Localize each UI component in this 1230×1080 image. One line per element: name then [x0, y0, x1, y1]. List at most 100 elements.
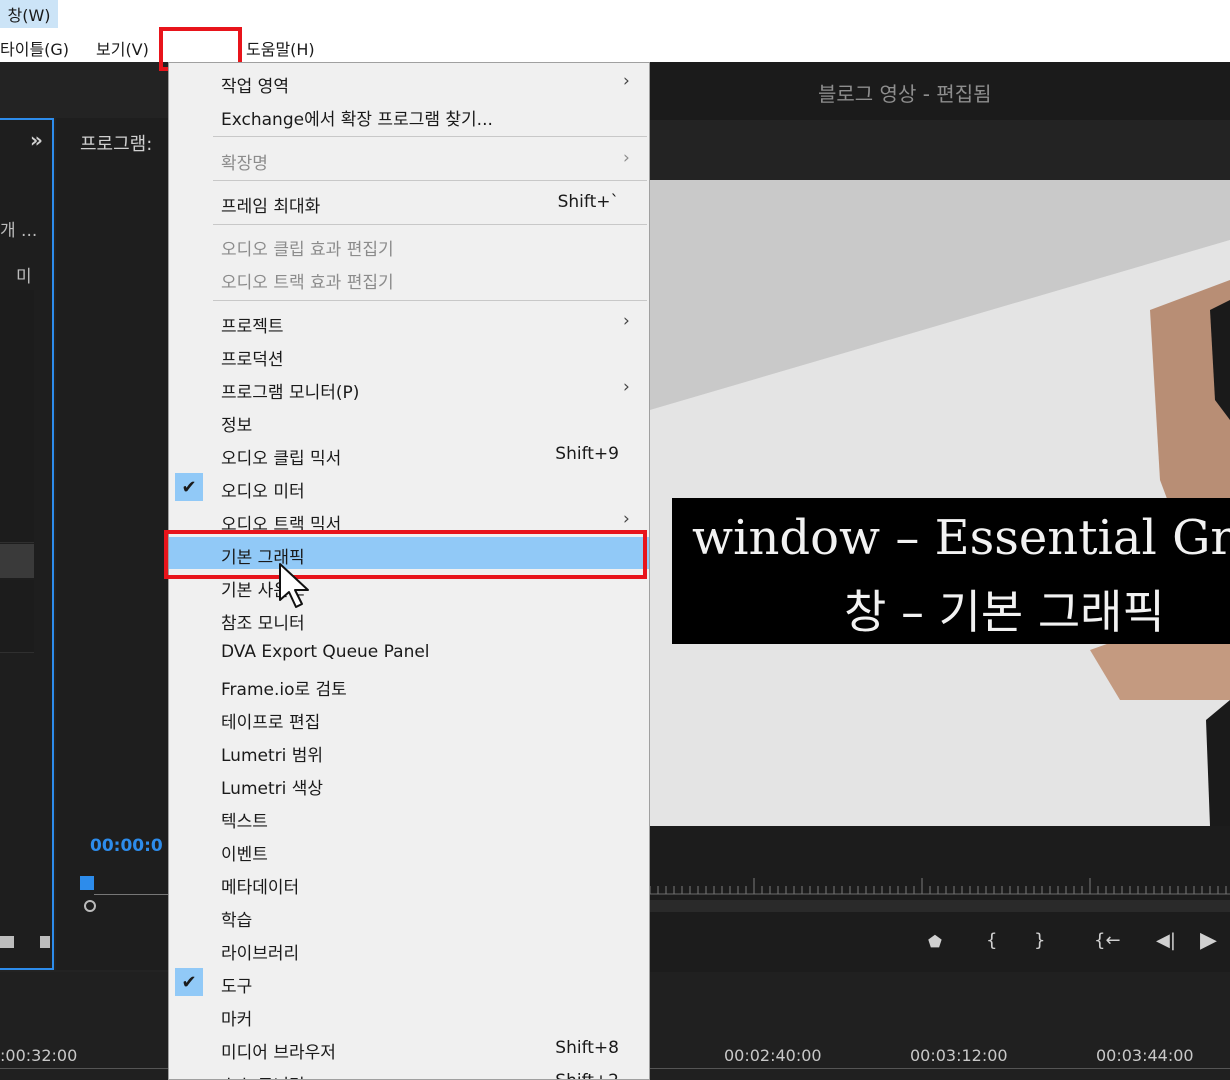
timeline-timecode: 00:02:40:00 — [724, 1046, 822, 1065]
menu-item-label: 참조 모니터 — [221, 614, 305, 634]
menu-item-libraries[interactable]: 라이브러리 — [169, 933, 649, 965]
menu-item-label: 텍스트 — [221, 812, 268, 832]
menu-item-audio-track-mixer[interactable]: 오디오 트랙 믹서 › — [169, 504, 649, 536]
menu-window-label: 창(W) — [7, 6, 51, 25]
menu-item-essential-sound[interactable]: 기본 사운드 — [169, 570, 649, 602]
menu-item-maximize-frame[interactable]: 프레임 최대화 Shift+` — [169, 186, 649, 218]
zoom-handle[interactable] — [84, 900, 96, 912]
timeline-timecode: :00:32:00 — [0, 1046, 78, 1065]
list-row[interactable] — [0, 580, 34, 617]
list-row[interactable] — [0, 290, 34, 327]
window-menu-dropdown: 작업 영역 › Exchange에서 확장 프로그램 찾기... 확장명 › 프… — [168, 62, 650, 1080]
panel-expand-icon[interactable]: » — [30, 128, 43, 152]
menu-item-audio-track-effect-editor: 오디오 트랙 효과 편집기 — [169, 262, 649, 294]
menu-item-label: 오디오 트랙 믹서 — [221, 515, 342, 535]
list-row[interactable] — [0, 398, 34, 435]
zoom-scroll-bar[interactable] — [650, 900, 1230, 912]
time-ruler[interactable] — [94, 884, 168, 895]
menu-item-label: 정보 — [221, 416, 253, 436]
menu-item-shortcut: Shift+8 — [555, 1038, 619, 1058]
menu-item-label: Lumetri 색상 — [221, 779, 324, 799]
menu-view[interactable]: 보기(V) — [96, 36, 149, 60]
add-marker-icon[interactable]: ⬟ — [928, 932, 942, 951]
menu-item-production[interactable]: 프로덕션 — [169, 339, 649, 371]
menu-item-label: 학습 — [221, 911, 253, 931]
menu-item-tools[interactable]: ✔ 도구 — [169, 966, 649, 998]
timeline-timecode: 00:03:12:00 — [910, 1046, 1008, 1065]
menu-title[interactable]: 타이틀(G) — [0, 36, 69, 60]
menu-item-edit-to-tape[interactable]: 테이프로 편집 — [169, 702, 649, 734]
menu-item-info[interactable]: 정보 — [169, 405, 649, 437]
menu-item-label: 라이브러리 — [221, 944, 300, 964]
playhead-marker[interactable] — [80, 876, 94, 890]
menu-separator — [213, 300, 647, 301]
menu-item-label: 테이프로 편집 — [221, 713, 321, 733]
monitor-controls: ⬟ { } {← ◀| ▶ — [650, 826, 1230, 972]
menu-item-program-monitor[interactable]: 프로그램 모니터(P) › — [169, 372, 649, 404]
menu-item-learn[interactable]: 학습 — [169, 900, 649, 932]
list-row[interactable] — [0, 362, 34, 399]
menu-item-frameio-review[interactable]: Frame.io로 검토 — [169, 669, 649, 701]
menu-item-label: 오디오 클립 효과 편집기 — [221, 240, 394, 260]
caption-overlay: window – Essential Gra 창 – 기본 그래픽 — [672, 498, 1230, 644]
menu-item-label: 확장명 — [221, 154, 268, 174]
project-panel[interactable]: » 개 ... 미 — [0, 118, 54, 970]
new-item-icon[interactable] — [40, 936, 50, 948]
menu-item-media-browser[interactable]: 미디어 브라우저 Shift+8 — [169, 1032, 649, 1064]
menu-item-audio-meters[interactable]: ✔ 오디오 미터 — [169, 471, 649, 503]
menu-item-source-monitor[interactable]: 소스 모니터 Shift+2 — [169, 1065, 649, 1079]
title-bar: 블로그 영상 - 편집됨 — [650, 62, 1230, 120]
list-row-selected[interactable] — [0, 544, 34, 578]
mark-out-icon[interactable]: } — [1034, 930, 1045, 951]
playhead-timecode[interactable]: 00:00:0 — [90, 836, 163, 856]
list-row[interactable] — [0, 616, 34, 653]
column-header: 미 — [16, 267, 32, 287]
checkmark-icon: ✔ — [175, 473, 203, 501]
menu-item-label: 마커 — [221, 1010, 253, 1030]
menu-item-label: 메타데이터 — [221, 878, 300, 898]
menu-item-label: 미디어 브라우저 — [221, 1043, 336, 1063]
submenu-arrow-icon: › — [623, 311, 630, 331]
menu-help[interactable]: 도움말(H) — [246, 36, 315, 60]
menu-item-audio-clip-mixer[interactable]: 오디오 클립 믹서 Shift+9 — [169, 438, 649, 470]
menu-item-find-extensions[interactable]: Exchange에서 확장 프로그램 찾기... — [169, 99, 649, 131]
submenu-arrow-icon: › — [623, 71, 630, 91]
menu-item-events[interactable]: 이벤트 — [169, 834, 649, 866]
caption-line-1: window – Essential Gra — [692, 510, 1230, 566]
menu-item-lumetri-color[interactable]: Lumetri 색상 — [169, 768, 649, 800]
menu-item-reference-monitor[interactable]: 참조 모니터 — [169, 603, 649, 635]
monitor-time-ruler[interactable] — [650, 874, 1230, 896]
caption-line-2: 창 – 기본 그래픽 — [844, 585, 1165, 639]
menu-item-shortcut: Shift+2 — [555, 1071, 619, 1079]
list-row[interactable] — [0, 326, 34, 363]
program-monitor-panel: 프로그램: 00:00:0 — [56, 118, 168, 970]
go-to-in-icon[interactable]: {← — [1094, 930, 1121, 951]
menu-item-label: Frame.io로 검토 — [221, 680, 347, 700]
menu-item-dva-export-queue[interactable]: DVA Export Queue Panel — [169, 636, 649, 668]
timeline-timecode: 00:03:44:00 — [1096, 1046, 1194, 1065]
menu-item-metadata[interactable]: 메타데이터 — [169, 867, 649, 899]
menu-separator — [213, 180, 647, 181]
list-row[interactable] — [0, 434, 34, 471]
menu-item-label: 오디오 미터 — [221, 482, 305, 502]
folder-icon[interactable] — [0, 936, 14, 948]
menu-item-lumetri-scopes[interactable]: Lumetri 범위 — [169, 735, 649, 767]
menu-window[interactable]: 창(W) — [0, 0, 58, 28]
menu-item-label: Lumetri 범위 — [221, 746, 324, 766]
menu-item-text[interactable]: 텍스트 — [169, 801, 649, 833]
menu-item-workspaces[interactable]: 작업 영역 › — [169, 66, 649, 98]
mark-in-icon[interactable]: { — [986, 930, 997, 951]
project-item-name: 개 ... — [0, 221, 38, 241]
list-row[interactable] — [0, 470, 34, 507]
menu-separator — [213, 136, 647, 137]
menu-item-essential-graphics[interactable]: 기본 그래픽 — [169, 537, 649, 569]
menu-bar: 타이틀(G) 보기(V) 창(W) 도움말(H) — [0, 0, 1230, 62]
menu-item-label: 프로그램 모니터(P) — [221, 383, 360, 403]
step-back-icon[interactable]: ◀| — [1156, 930, 1176, 951]
play-icon[interactable]: ▶ — [1200, 928, 1217, 953]
menu-item-markers[interactable]: 마커 — [169, 999, 649, 1031]
menu-item-project[interactable]: 프로젝트 › — [169, 306, 649, 338]
list-row[interactable] — [0, 506, 34, 543]
menu-item-label: 프레임 최대화 — [221, 197, 321, 217]
mouse-cursor-icon — [279, 563, 309, 608]
